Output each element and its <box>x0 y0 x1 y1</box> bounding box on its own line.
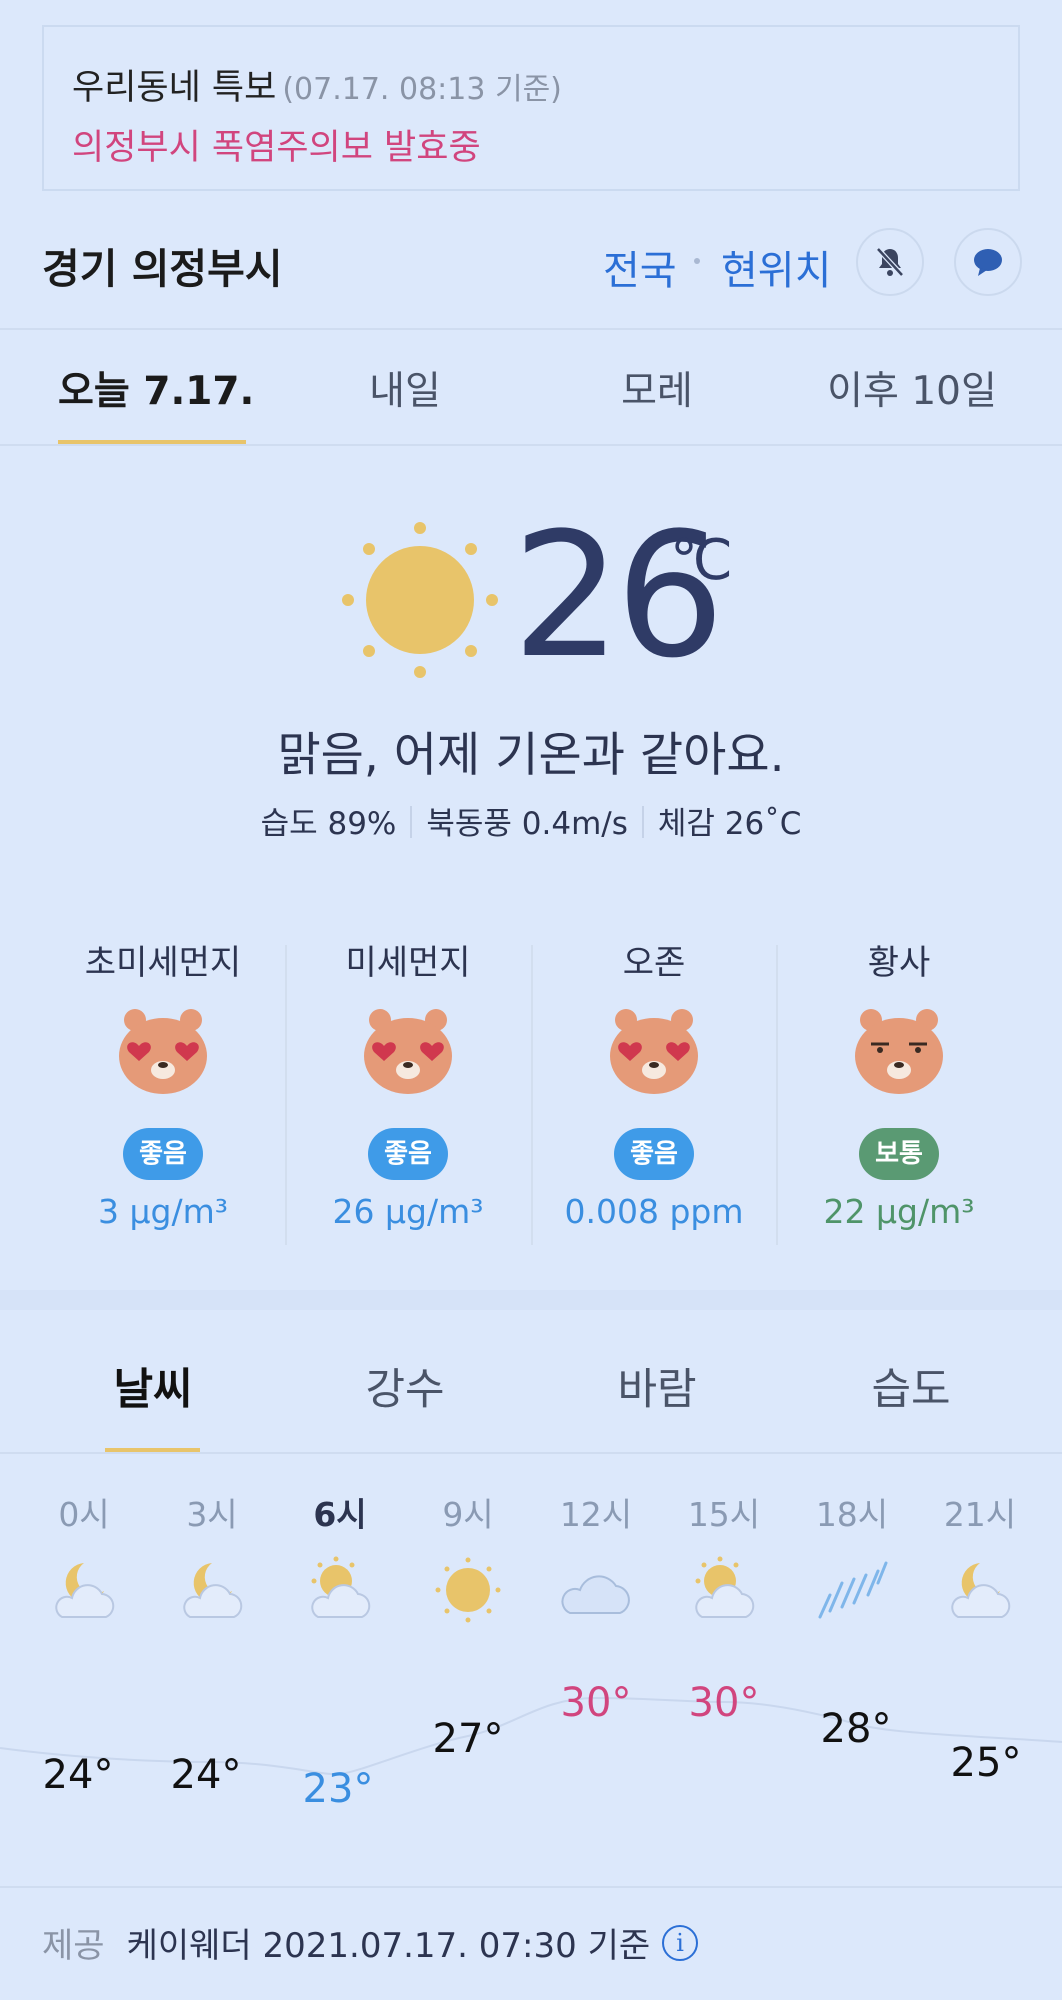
divider <box>0 328 1062 330</box>
hour-label-current: 6시 <box>313 1495 367 1534</box>
aq-label: 황사 <box>867 943 931 983</box>
chat-button[interactable] <box>954 228 1022 296</box>
feels-like: 체감 26˚C <box>657 806 802 842</box>
aq-label: 초미세먼지 <box>84 943 242 983</box>
aq-value: 0.008 ppm <box>564 1192 744 1231</box>
tab-precipitation[interactable]: 강수 <box>340 1355 470 1417</box>
alert-time: (07.17. 08:13 기준) <box>282 72 562 107</box>
hour-temperature-max: 30° <box>560 1680 632 1726</box>
heart-eyes-face-icon <box>119 1009 207 1094</box>
sun-cloud-icon <box>311 1556 371 1618</box>
air-quality-ozone[interactable]: 오존 좋음 0.008 ppm <box>531 935 777 1255</box>
air-quality-yellow-dust[interactable]: 황사 보통 22 μg/m³ <box>776 935 1022 1255</box>
hour-temperature: 24° <box>42 1752 114 1798</box>
heart-eyes-face-icon <box>610 1009 698 1094</box>
sun-icon <box>342 522 498 678</box>
aq-value: 26 μg/m³ <box>332 1192 484 1231</box>
current-location-link[interactable]: 현위치 <box>721 238 831 296</box>
alert-message[interactable]: 의정부시 폭염주의보 발효중 <box>72 119 481 170</box>
hour-label: 15시 <box>687 1495 761 1534</box>
location-name: 경기 의정부시 <box>42 245 283 293</box>
wind: 북동풍 0.4m/s <box>426 806 628 842</box>
tab-wind[interactable]: 바람 <box>592 1355 722 1417</box>
tab-tomorrow[interactable]: 내일 <box>320 360 490 416</box>
moon-cloud-icon <box>183 1563 243 1618</box>
aq-status-badge: 좋음 <box>614 1128 694 1180</box>
hour-label: 0시 <box>58 1495 110 1534</box>
tab-day-after[interactable]: 모레 <box>572 360 742 416</box>
divider <box>0 1452 1062 1454</box>
weather-alert-box[interactable]: 우리동네 특보 (07.17. 08:13 기준) 의정부시 폭염주의보 발효중 <box>42 25 1020 191</box>
hour-temperature-max: 30° <box>688 1680 760 1726</box>
cloud-icon <box>561 1575 630 1614</box>
aq-status-badge: 보통 <box>859 1128 939 1180</box>
info-icon[interactable]: i <box>662 1924 699 1961</box>
neutral-face-icon <box>855 1009 943 1094</box>
weather-summary: 맑음, 어제 기온과 같아요. <box>277 728 785 783</box>
hour-temperature: 24° <box>170 1752 242 1798</box>
hour-label: 9시 <box>442 1495 494 1534</box>
tab-next-10-days[interactable]: 이후 10일 <box>812 360 1012 416</box>
separator <box>641 806 644 838</box>
moon-cloud-icon <box>55 1563 115 1618</box>
divider <box>0 444 1062 446</box>
aq-status-badge: 좋음 <box>368 1128 448 1180</box>
sun-icon <box>435 1557 501 1623</box>
air-quality-pm10[interactable]: 미세먼지 좋음 26 μg/m³ <box>285 935 531 1255</box>
tab-humidity[interactable]: 습도 <box>846 1355 976 1417</box>
data-source-footer: 제공 케이웨더 2021.07.17. 07:30 기준 i <box>42 1918 699 1967</box>
hour-temperature: 27° <box>432 1716 504 1762</box>
chat-icon <box>974 249 1002 276</box>
hour-temperature-min: 23° <box>302 1766 374 1812</box>
heart-eyes-face-icon <box>364 1009 452 1094</box>
hour-temperature: 28° <box>820 1706 892 1752</box>
nav-separator <box>694 258 700 264</box>
sun-cloud-icon <box>695 1556 755 1618</box>
aq-label: 미세먼지 <box>345 943 471 983</box>
footer-label: 제공 <box>42 1926 105 1966</box>
alert-bell-button[interactable] <box>856 228 924 296</box>
aq-value: 3 μg/m³ <box>98 1192 228 1231</box>
section-band <box>0 1290 1062 1310</box>
footer-text: 케이웨더 2021.07.17. 07:30 기준 <box>126 1926 651 1966</box>
moon-cloud-icon <box>951 1563 1011 1618</box>
aq-status-badge: 좋음 <box>123 1128 203 1180</box>
hour-label: 21시 <box>943 1495 1017 1534</box>
national-link[interactable]: 전국 <box>603 238 677 296</box>
rain-icon <box>818 1561 888 1619</box>
alert-title-row: 우리동네 특보 (07.17. 08:13 기준) <box>72 59 562 110</box>
weather-details: 습도 89% 북동풍 0.4m/s 체감 26˚C <box>0 798 1062 843</box>
alert-title: 우리동네 특보 <box>72 68 277 108</box>
hour-label: 18시 <box>815 1495 889 1534</box>
separator <box>410 806 413 838</box>
temperature-unit: ℃ <box>670 528 733 593</box>
divider <box>0 1886 1062 1888</box>
aq-value: 22 μg/m³ <box>823 1192 975 1231</box>
aq-label: 오존 <box>622 943 686 983</box>
hour-temperature: 25° <box>950 1740 1022 1786</box>
humidity: 습도 89% <box>260 806 397 842</box>
bell-off-icon <box>876 247 904 277</box>
air-quality-pm25[interactable]: 초미세먼지 좋음 3 μg/m³ <box>40 935 286 1255</box>
hour-label: 3시 <box>186 1495 238 1534</box>
hour-label: 12시 <box>559 1495 633 1534</box>
tab-today[interactable]: 오늘 7.17. <box>58 360 254 416</box>
tab-weather[interactable]: 날씨 <box>88 1355 218 1417</box>
